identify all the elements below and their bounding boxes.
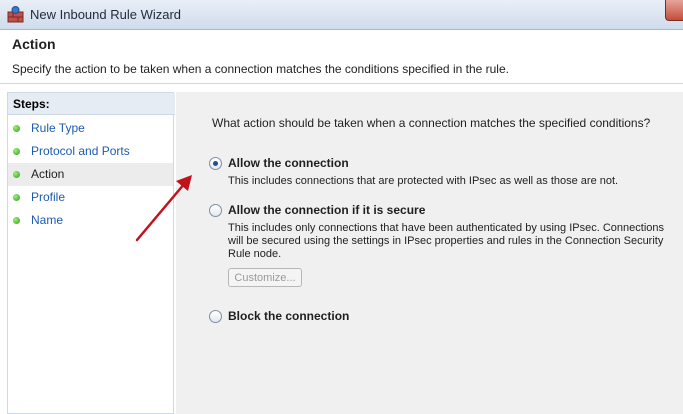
step-protocol-and-ports[interactable]: Protocol and Ports <box>8 140 173 163</box>
allow-connection-radio[interactable] <box>209 157 222 170</box>
title-bar: New Inbound Rule Wizard <box>0 0 683 30</box>
step-label: Profile <box>31 190 66 204</box>
wizard-header: Action Specify the action to be taken wh… <box>0 30 683 84</box>
step-name[interactable]: Name <box>8 209 173 232</box>
step-status-icon <box>13 171 20 178</box>
step-status-icon <box>13 217 20 224</box>
allow-if-secure-radio[interactable] <box>209 204 222 217</box>
steps-pane: Steps: Rule Type Protocol and Ports Acti… <box>7 92 175 414</box>
step-status-icon <box>13 194 20 201</box>
page-description: Specify the action to be taken when a co… <box>12 62 509 76</box>
step-action[interactable]: Action <box>8 163 173 186</box>
action-question: What action should be taken when a conne… <box>212 116 651 130</box>
page-title: Action <box>12 36 56 52</box>
allow-connection-label[interactable]: Allow the connection <box>228 156 349 170</box>
close-button[interactable] <box>665 0 683 21</box>
customize-button: Customize... <box>228 268 302 287</box>
window-title: New Inbound Rule Wizard <box>30 7 182 22</box>
action-pane: What action should be taken when a conne… <box>176 92 683 414</box>
steps-heading: Steps: <box>8 93 175 115</box>
step-label: Action <box>31 167 65 181</box>
allow-if-secure-description: This includes only connections that have… <box>228 222 664 260</box>
firewall-wall-icon <box>7 6 24 23</box>
allow-if-secure-label[interactable]: Allow the connection if it is secure <box>228 203 425 217</box>
step-profile[interactable]: Profile <box>8 186 173 209</box>
block-connection-label[interactable]: Block the connection <box>228 309 349 323</box>
step-label: Protocol and Ports <box>31 144 130 158</box>
block-connection-radio[interactable] <box>209 310 222 323</box>
step-label: Rule Type <box>31 121 85 135</box>
allow-connection-description: This includes connections that are prote… <box>228 175 619 187</box>
step-rule-type[interactable]: Rule Type <box>8 117 173 140</box>
step-status-icon <box>13 125 20 132</box>
step-status-icon <box>13 148 20 155</box>
step-label: Name <box>31 213 64 227</box>
